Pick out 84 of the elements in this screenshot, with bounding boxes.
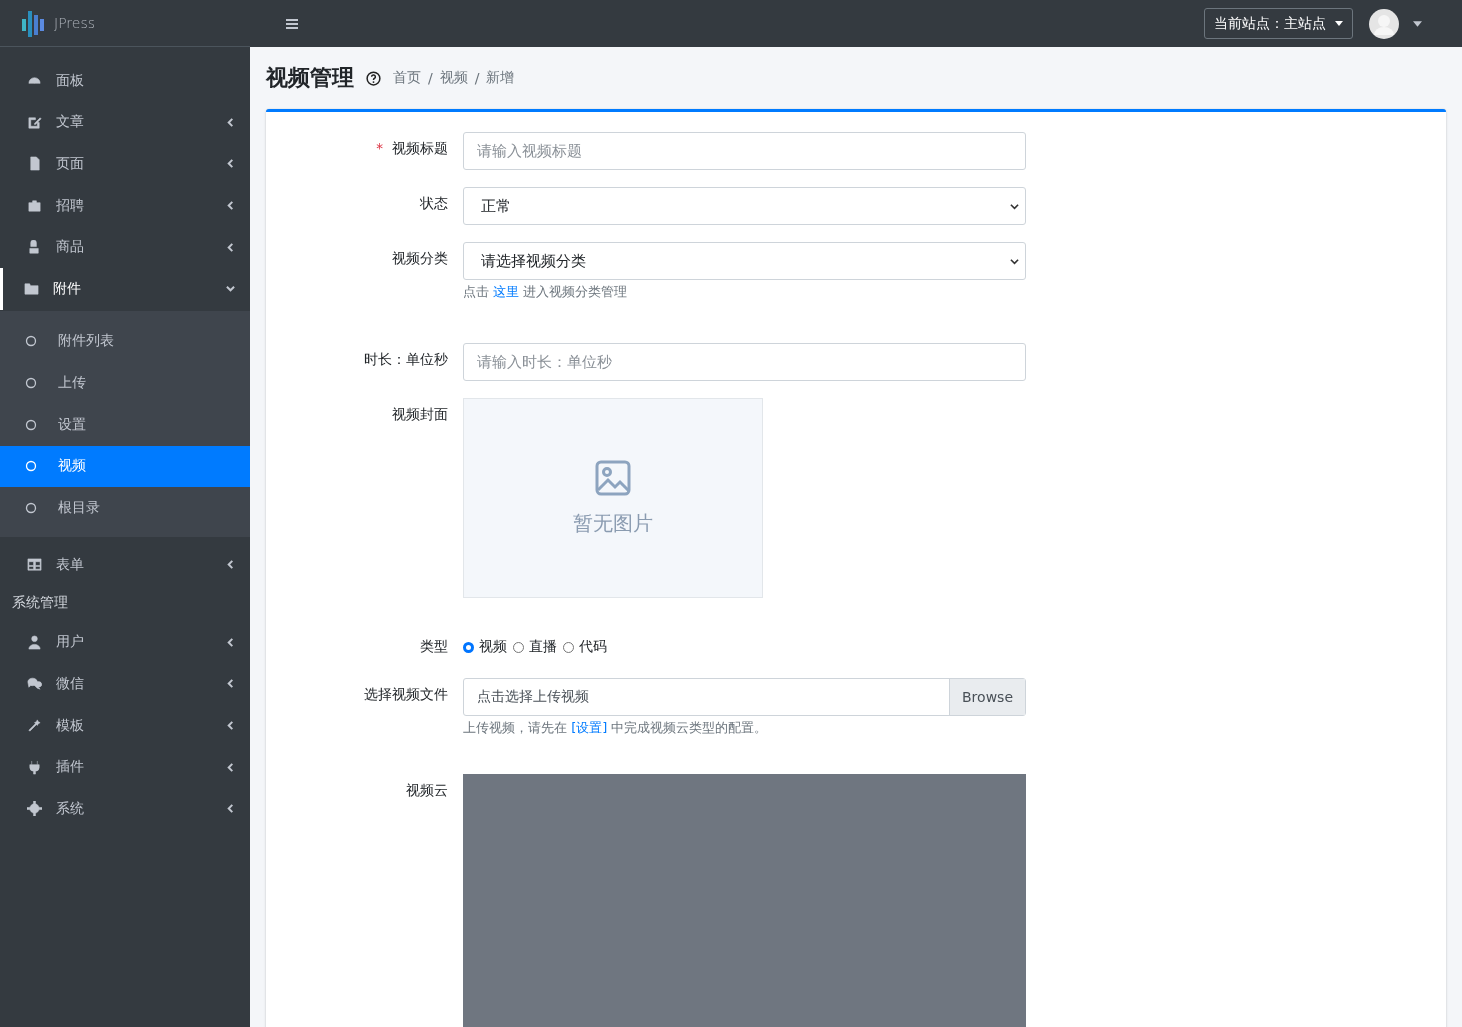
sidebar-item[interactable]: 页面 [0, 143, 250, 185]
menu-item-icon [27, 718, 42, 734]
menu-icon[interactable] [286, 17, 298, 30]
required-mark: * [376, 140, 383, 156]
field-label: 状态 [420, 195, 448, 211]
radio-option[interactable]: 直播 [513, 638, 557, 656]
help-link[interactable]: 这里 [493, 284, 520, 299]
sidebar-item[interactable]: 面板 [0, 60, 250, 102]
menu-item-icon [27, 801, 42, 817]
menu-item-icon [27, 239, 42, 255]
chevron-icon [226, 159, 235, 169]
chevron-icon [226, 560, 235, 570]
sidebar-item[interactable]: 系统 [0, 787, 250, 830]
chevron-icon [226, 721, 235, 731]
sidebar-subitem[interactable]: 根目录 [0, 487, 250, 529]
image-icon [595, 459, 631, 496]
menu-item-icon [27, 114, 42, 130]
breadcrumb-separator: / [428, 70, 433, 86]
site-selector[interactable]: 当前站点：主站点 [1204, 8, 1353, 39]
select-field[interactable]: 请选择视频分类 [463, 242, 1026, 280]
chevron-icon [226, 117, 235, 127]
sidebar-subitem[interactable]: 设置 [0, 403, 250, 446]
menu-item-icon [27, 676, 42, 692]
sidebar-item[interactable]: 商品 [0, 226, 250, 268]
logo-icon [22, 9, 46, 37]
breadcrumb-item[interactable]: 视频 [439, 69, 468, 87]
input-field[interactable]: 请输入时长：单位秒 [463, 343, 1026, 381]
sidebar-item[interactable]: 模板 [0, 704, 250, 747]
circle-icon [25, 418, 37, 431]
chevron-icon [1010, 256, 1019, 266]
menu-item-icon [27, 156, 42, 172]
menu-item-icon [27, 634, 42, 650]
circle-icon [25, 335, 37, 348]
brand-name: JPress [54, 15, 95, 31]
chevron-icon [1010, 201, 1019, 211]
breadcrumb-item[interactable]: 新增 [486, 69, 515, 87]
input-field[interactable]: 请输入视频标题 [463, 132, 1026, 170]
circle-icon [25, 502, 37, 515]
menu-item-icon [27, 198, 42, 214]
menu-item-icon [24, 281, 39, 297]
help-icon[interactable] [366, 70, 381, 86]
sidebar-section-header: 系统管理 [11, 592, 69, 612]
help-text: 上传视频，请先在 [设置] 中完成视频云类型的配置。 [463, 719, 769, 737]
sidebar-subitem[interactable]: 上传 [0, 362, 250, 404]
select-field[interactable]: 正常 [463, 187, 1026, 225]
chevron-icon [226, 242, 235, 252]
menu-item-icon [27, 557, 42, 573]
page-title: 视频管理 [266, 64, 354, 92]
help-text: 点击 这里 进入视频分类管理 [463, 283, 629, 301]
sidebar-item[interactable]: 插件 [0, 746, 250, 788]
empty-image-text: 暂无图片 [573, 509, 653, 537]
sidebar-item[interactable]: 微信 [0, 663, 250, 705]
sidebar-item[interactable]: 招聘 [0, 184, 250, 227]
field-label: 类型 [420, 638, 448, 654]
chevron-icon [226, 201, 235, 211]
sidebar-item[interactable]: 文章 [0, 101, 250, 144]
field-label: 视频分类 [392, 250, 448, 266]
sidebar-subitem[interactable]: 附件列表 [0, 320, 250, 363]
circle-icon [25, 377, 37, 390]
sidebar-item[interactable]: 用户 [0, 621, 250, 664]
file-field[interactable]: 点击选择上传视频 Browse [463, 678, 1026, 716]
chevron-icon [226, 804, 235, 814]
menu-item-icon [27, 759, 42, 775]
sidebar-subitem[interactable]: 视频 [0, 445, 250, 488]
avatar[interactable] [1369, 8, 1399, 39]
field-label: 视频云 [406, 782, 448, 798]
field-label: 选择视频文件 [364, 686, 448, 702]
caret-icon [1335, 21, 1343, 26]
field-label: 视频封面 [392, 406, 448, 422]
sidebar-item[interactable]: 表单 [0, 544, 250, 586]
chevron-icon [226, 284, 235, 294]
breadcrumb-item[interactable]: 首页 [393, 69, 421, 87]
chevron-icon [226, 762, 235, 772]
chevron-icon [226, 679, 235, 689]
field-label: 时长：单位秒 [364, 351, 448, 367]
help-link[interactable]: [设置] [571, 720, 608, 735]
radio-option[interactable]: 代码 [563, 638, 607, 656]
chevron-icon [226, 637, 235, 647]
breadcrumb-separator: / [474, 70, 480, 86]
radio-button[interactable] [463, 641, 474, 653]
circle-icon [25, 460, 37, 473]
caret-icon[interactable] [1413, 20, 1422, 27]
radio-option[interactable]: 视频 [463, 638, 507, 656]
field-label: 视频标题 [392, 140, 448, 156]
